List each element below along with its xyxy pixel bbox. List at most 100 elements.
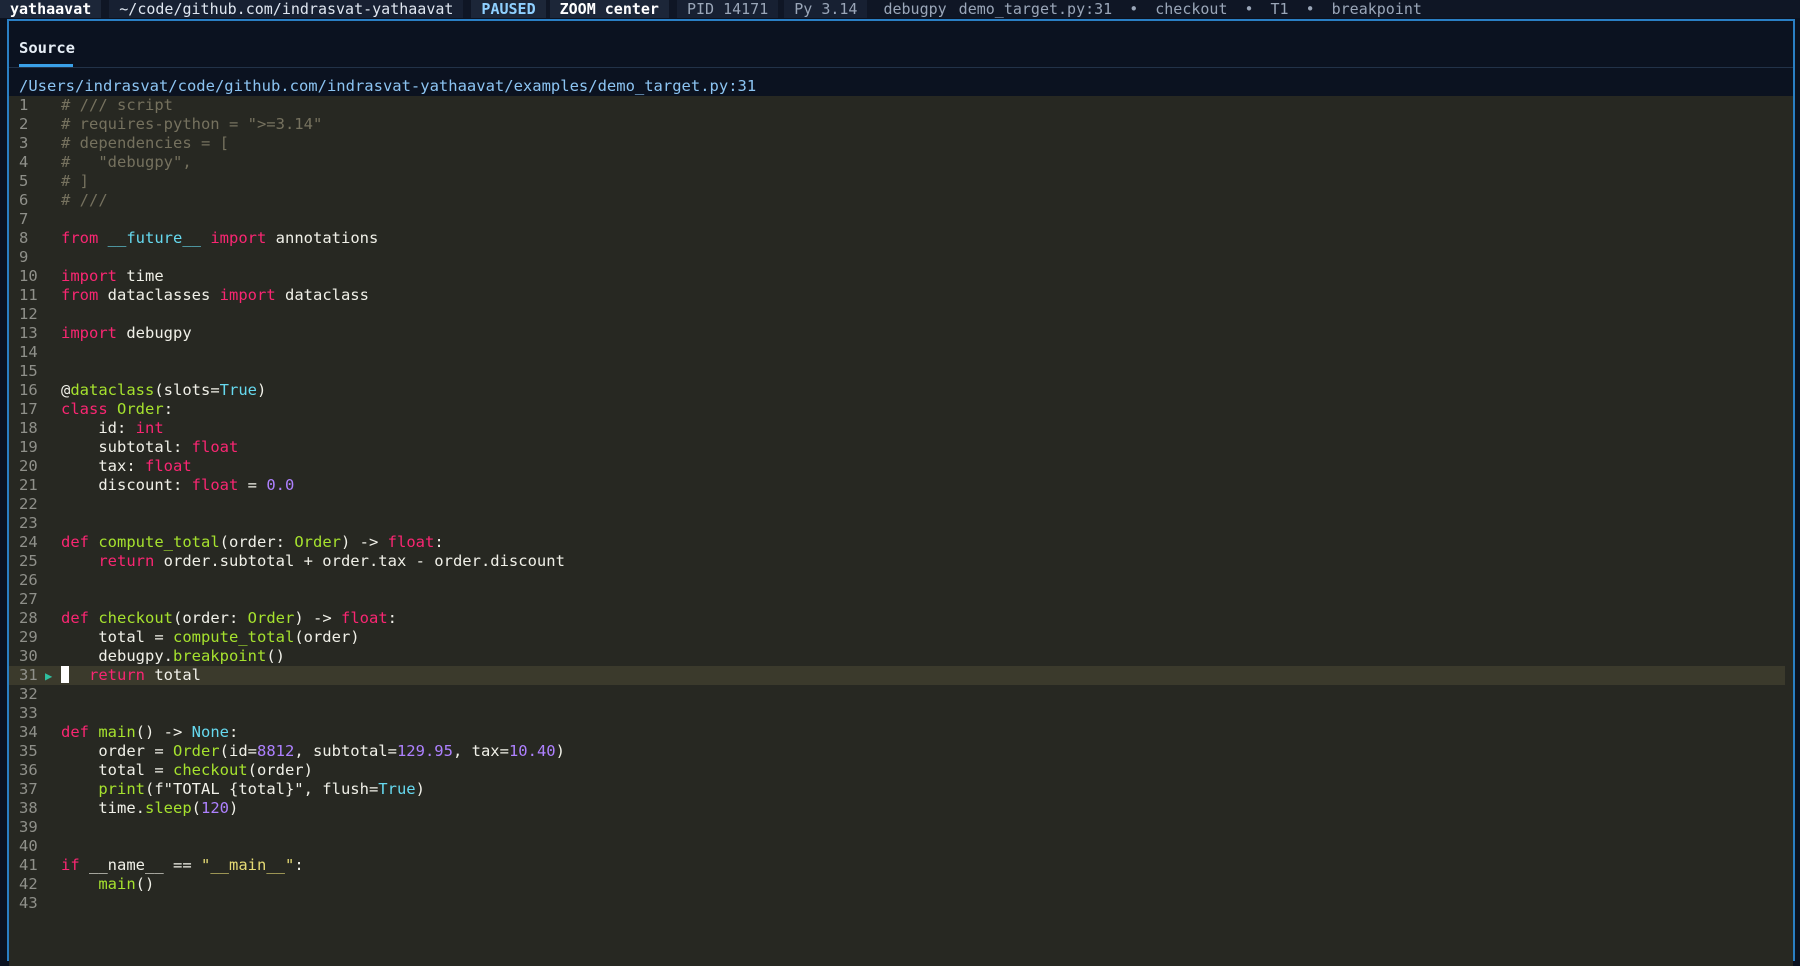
code-line[interactable]: 2 # requires-python = ">=3.14" [9, 115, 1793, 134]
code-line[interactable]: 38 time.sleep(120) [9, 799, 1793, 818]
code-line[interactable]: 18 id: int [9, 419, 1793, 438]
line-number[interactable]: 18 [9, 419, 45, 438]
code-line[interactable]: 16 @dataclass(slots=True) [9, 381, 1793, 400]
line-number[interactable]: 6 [9, 191, 45, 210]
line-number[interactable]: 3 [9, 134, 45, 153]
line-number[interactable]: 28 [9, 609, 45, 628]
code-line[interactable]: 22 [9, 495, 1793, 514]
code-line[interactable]: 28 def checkout(order: Order) -> float: [9, 609, 1793, 628]
code-line[interactable]: 6 # /// [9, 191, 1793, 210]
line-number[interactable]: 7 [9, 210, 45, 229]
code-line[interactable]: 3 # dependencies = [ [9, 134, 1793, 153]
code-line[interactable]: 23 [9, 514, 1793, 533]
code-line[interactable]: 20 tax: float [9, 457, 1793, 476]
code-line[interactable]: 14 [9, 343, 1793, 362]
line-number[interactable]: 20 [9, 457, 45, 476]
code-token: Order [117, 400, 164, 418]
line-number[interactable]: 17 [9, 400, 45, 419]
code-line[interactable]: 21 discount: float = 0.0 [9, 476, 1793, 495]
code-line[interactable]: 5 # ] [9, 172, 1793, 191]
code-line[interactable]: 32 [9, 685, 1793, 704]
line-number[interactable]: 27 [9, 590, 45, 609]
line-number[interactable]: 40 [9, 837, 45, 856]
code-line[interactable]: 36 total = checkout(order) [9, 761, 1793, 780]
code-token: : [229, 723, 239, 741]
code-line[interactable]: 7 [9, 210, 1793, 229]
code-line[interactable]: 26 [9, 571, 1793, 590]
code-line[interactable]: 43 [9, 894, 1793, 913]
code-line[interactable]: 17 class Order: [9, 400, 1793, 419]
line-number[interactable]: 41 [9, 856, 45, 875]
line-number[interactable]: 10 [9, 267, 45, 286]
line-number[interactable]: 5 [9, 172, 45, 191]
code-token: ) -> [294, 609, 341, 627]
line-number[interactable]: 34 [9, 723, 45, 742]
line-number[interactable]: 42 [9, 875, 45, 894]
line-number[interactable]: 26 [9, 571, 45, 590]
code-line[interactable]: 11 from dataclasses import dataclass [9, 286, 1793, 305]
code-text: # /// script [61, 96, 173, 114]
code-line[interactable]: 25 return order.subtotal + order.tax - o… [9, 552, 1793, 571]
line-number[interactable]: 4 [9, 153, 45, 172]
code-line[interactable]: 37 print(f"TOTAL {total}", flush=True) [9, 780, 1793, 799]
line-number[interactable]: 13 [9, 324, 45, 343]
code-token: total = [61, 761, 173, 779]
line-number[interactable]: 24 [9, 533, 45, 552]
line-number[interactable]: 2 [9, 115, 45, 134]
code-line[interactable]: 30 debugpy.breakpoint() [9, 647, 1793, 666]
line-number[interactable]: 35 [9, 742, 45, 761]
code-line[interactable]: 15 [9, 362, 1793, 381]
current-code-line[interactable]: 31 ▶ return total [9, 666, 1785, 685]
code-line[interactable]: 9 [9, 248, 1793, 267]
line-number[interactable]: 19 [9, 438, 45, 457]
line-number[interactable]: 22 [9, 495, 45, 514]
line-number[interactable]: 21 [9, 476, 45, 495]
line-number[interactable]: 16 [9, 381, 45, 400]
line-number[interactable]: 33 [9, 704, 45, 723]
line-number[interactable]: 8 [9, 229, 45, 248]
code-line[interactable]: 19 subtotal: float [9, 438, 1793, 457]
line-number[interactable]: 38 [9, 799, 45, 818]
line-number[interactable]: 31 [9, 666, 45, 685]
code-line[interactable]: 33 [9, 704, 1793, 723]
line-number[interactable]: 36 [9, 761, 45, 780]
line-number[interactable]: 15 [9, 362, 45, 381]
tab-source[interactable]: Source [19, 39, 75, 57]
line-number[interactable]: 39 [9, 818, 45, 837]
code-token: # requires-python = ">=3.14" [61, 115, 323, 133]
code-line[interactable]: 29 total = compute_total(order) [9, 628, 1793, 647]
code-token: sleep [145, 799, 192, 817]
line-number[interactable]: 9 [9, 248, 45, 267]
line-number[interactable]: 43 [9, 894, 45, 913]
line-number[interactable]: 14 [9, 343, 45, 362]
debug-adapter: debugpy [883, 0, 947, 18]
code-line[interactable]: 41 if __name__ == "__main__": [9, 856, 1793, 875]
code-line[interactable]: 8 from __future__ import annotations [9, 229, 1793, 248]
code-line[interactable]: 40 [9, 837, 1793, 856]
separator: • [1129, 0, 1139, 18]
code-line[interactable]: 13 import debugpy [9, 324, 1793, 343]
code-line[interactable]: 4 # "debugpy", [9, 153, 1793, 172]
code-line[interactable]: 35 order = Order(id=8812, subtotal=129.9… [9, 742, 1793, 761]
line-number[interactable]: 30 [9, 647, 45, 666]
line-number[interactable]: 25 [9, 552, 45, 571]
code-line[interactable]: 27 [9, 590, 1793, 609]
line-number[interactable]: 37 [9, 780, 45, 799]
code-line[interactable]: 12 [9, 305, 1793, 324]
code-line[interactable]: 34 def main() -> None: [9, 723, 1793, 742]
line-number[interactable]: 12 [9, 305, 45, 324]
line-number[interactable]: 11 [9, 286, 45, 305]
code-line[interactable]: 42 main() [9, 875, 1793, 894]
line-number[interactable]: 23 [9, 514, 45, 533]
line-number[interactable]: 1 [9, 96, 45, 115]
code-line[interactable]: 39 [9, 818, 1793, 837]
code-line[interactable]: 10 import time [9, 267, 1793, 286]
code-line[interactable]: 1 # /// script [9, 96, 1793, 115]
line-number[interactable]: 32 [9, 685, 45, 704]
code-text: def main() -> None: [61, 723, 238, 741]
code-text: from __future__ import annotations [61, 229, 378, 247]
code-token: def [61, 723, 89, 741]
code-editor[interactable]: 1 # /// script 2 # requires-python = ">=3.1… [9, 96, 1793, 966]
line-number[interactable]: 29 [9, 628, 45, 647]
code-line[interactable]: 24 def compute_total(order: Order) -> flo… [9, 533, 1793, 552]
